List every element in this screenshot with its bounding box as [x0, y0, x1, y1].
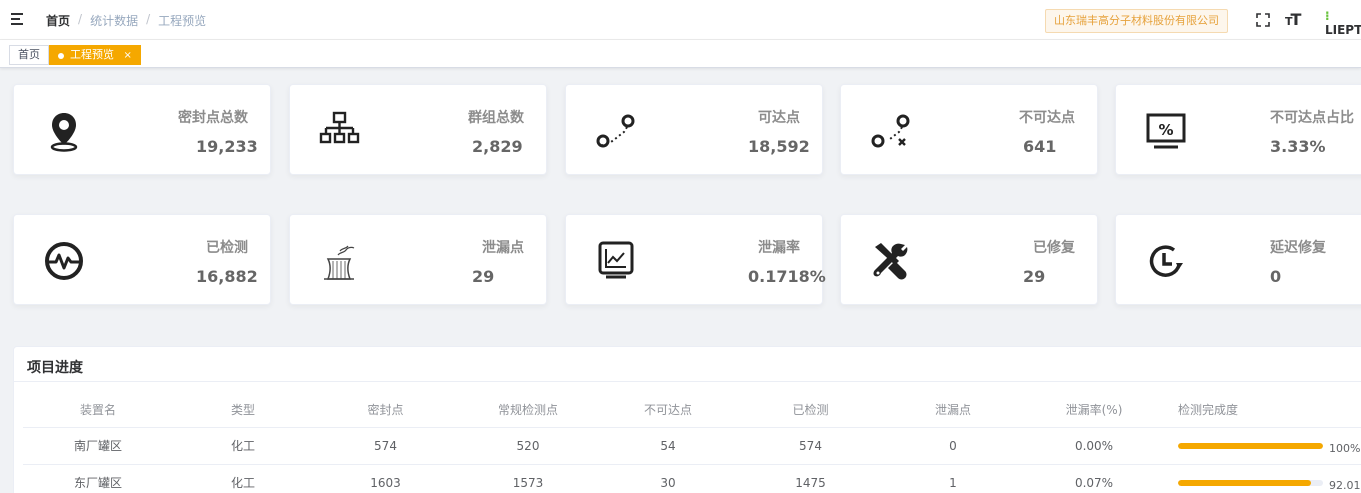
stat-value: 18,592 [748, 137, 810, 156]
column-header: 泄漏点 [883, 393, 1023, 428]
route-icon [596, 114, 635, 148]
cooling-tower-icon [324, 245, 355, 280]
breadcrumb-separator: / [146, 12, 151, 26]
stat-card-unreachable: 不可达点 641 [840, 84, 1098, 175]
cell-name: 东厂罐区 [23, 464, 173, 493]
breadcrumb-section: 统计数据 [90, 14, 139, 28]
cell-regular: 1573 [458, 464, 598, 493]
tools-icon [873, 243, 908, 280]
stat-card-seal-total: 密封点总数 19,233 [13, 84, 271, 175]
stat-value: 29 [1023, 267, 1046, 286]
breadcrumb-home[interactable]: 首页 [46, 12, 70, 29]
cell-unreachable: 54 [598, 427, 738, 465]
cell-leak-rate: 0.00% [1023, 427, 1165, 465]
cell-type: 化工 [173, 464, 313, 493]
cell-completion: 92.01% [1165, 464, 1361, 493]
panel-divider [14, 381, 1361, 382]
column-header: 不可达点 [598, 393, 738, 428]
stat-label: 延迟修复 [1270, 240, 1326, 256]
tag-close-icon[interactable]: × [124, 50, 132, 61]
percent-monitor-icon: % [1146, 113, 1186, 149]
tag-label: 工程预览 [70, 48, 114, 61]
column-header: 常规检测点 [458, 393, 598, 428]
progress-fill [1178, 479, 1312, 486]
column-header: 已检测 [738, 393, 883, 428]
stat-value: 0.1718% [748, 267, 826, 286]
progress-label: 100% [1329, 442, 1361, 455]
cell-detected: 574 [738, 427, 883, 465]
cell-completion: 100% [1165, 427, 1361, 465]
tag-home[interactable]: 首页 [9, 45, 49, 65]
cell-detected: 1475 [738, 464, 883, 493]
stat-card-leak-rate: 泄漏率 0.1718% [565, 214, 826, 305]
stat-card-delayed-repair: 延迟修复 0 [1115, 214, 1361, 305]
sitemap-icon [319, 111, 360, 144]
stat-value: 16,882 [196, 267, 258, 286]
stat-label: 已检测 [206, 240, 248, 256]
stat-card-repaired: 已修复 29 [840, 214, 1098, 305]
svg-text:%: % [1158, 121, 1173, 139]
fullscreen-icon[interactable] [1255, 12, 1271, 28]
cell-regular: 520 [458, 427, 598, 465]
stat-label: 不可达点 [1019, 110, 1075, 126]
stat-label: 不可达点占比 [1270, 110, 1354, 126]
clock-refresh-icon [1149, 245, 1183, 277]
stat-label: 泄漏率 [758, 240, 800, 256]
stat-label: 可达点 [758, 110, 800, 126]
completion-progress: 100% [1178, 436, 1361, 455]
stat-value: 2,829 [472, 137, 523, 156]
stat-card-reachable: 可达点 18,592 [565, 84, 823, 175]
stat-value: 29 [472, 267, 495, 286]
menu-toggle-icon[interactable] [11, 12, 25, 26]
breadcrumb: 首页 / 统计数据 / 工程预览 [46, 12, 206, 29]
table-header-row: 装置名 类型 密封点 常规检测点 不可达点 已检测 泄漏点 泄漏率(%) 检测完… [23, 393, 1361, 428]
cell-name: 南厂罐区 [23, 427, 173, 465]
stat-value: 3.33% [1270, 137, 1326, 156]
stat-card-group-total: 群组总数 2,829 [289, 84, 547, 175]
cell-seal: 1603 [313, 464, 458, 493]
route-blocked-icon [871, 114, 910, 148]
cell-seal: 574 [313, 427, 458, 465]
table-row[interactable]: 东厂罐区 化工 1603 1573 30 1475 1 0.07% 92.01% [23, 464, 1361, 493]
brand-logo: ⁝LIEPT [1325, 9, 1361, 37]
stat-value: 0 [1270, 267, 1282, 286]
font-size-icon[interactable]: TT [1285, 10, 1301, 29]
breadcrumb-current: 工程预览 [158, 14, 207, 28]
cell-leak: 1 [883, 464, 1023, 493]
cell-leak: 0 [883, 427, 1023, 465]
panel-title: 项目进度 [27, 360, 83, 376]
stat-card-leak-points: 泄漏点 29 [289, 214, 547, 305]
cell-type: 化工 [173, 427, 313, 465]
stat-label: 群组总数 [468, 110, 524, 126]
company-badge: 山东瑞丰高分子材料股份有限公司 [1045, 9, 1228, 33]
completion-progress: 92.01% [1178, 473, 1361, 492]
stat-card-detected: 已检测 16,882 [13, 214, 271, 305]
cell-leak-rate: 0.07% [1023, 464, 1165, 493]
stat-card-unreachable-ratio: % 不可达点占比 3.33% [1115, 84, 1361, 175]
column-header: 检测完成度 [1165, 393, 1361, 428]
stat-value: 19,233 [196, 137, 258, 156]
stat-label: 泄漏点 [482, 240, 524, 256]
tags-view: 首页 工程预览 × [0, 40, 1361, 68]
top-navbar: 首页 / 统计数据 / 工程预览 山东瑞丰高分子材料股份有限公司 TT ⁝LIE… [0, 0, 1361, 40]
progress-table: 装置名 类型 密封点 常规检测点 不可达点 已检测 泄漏点 泄漏率(%) 检测完… [23, 393, 1361, 493]
column-header: 类型 [173, 393, 313, 428]
stat-label: 已修复 [1033, 240, 1075, 256]
progress-fill [1178, 442, 1323, 449]
column-header: 密封点 [313, 393, 458, 428]
table-row[interactable]: 南厂罐区 化工 574 520 54 574 0 0.00% 100% [23, 427, 1361, 465]
tag-project-overview[interactable]: 工程预览 × [49, 45, 141, 65]
stat-value: 641 [1023, 137, 1057, 156]
chart-monitor-icon [598, 241, 634, 279]
pulse-icon [45, 242, 83, 280]
stat-label: 密封点总数 [178, 110, 248, 126]
column-header: 装置名 [23, 393, 173, 428]
project-progress-panel: 项目进度 装置名 类型 密封点 常规检测点 不可达点 已检测 泄漏点 泄漏率(%… [13, 346, 1361, 493]
location-pin-icon [50, 113, 78, 152]
progress-label: 92.01% [1329, 479, 1361, 492]
cell-unreachable: 30 [598, 464, 738, 493]
column-header: 泄漏率(%) [1023, 393, 1165, 428]
breadcrumb-separator: / [78, 12, 83, 26]
